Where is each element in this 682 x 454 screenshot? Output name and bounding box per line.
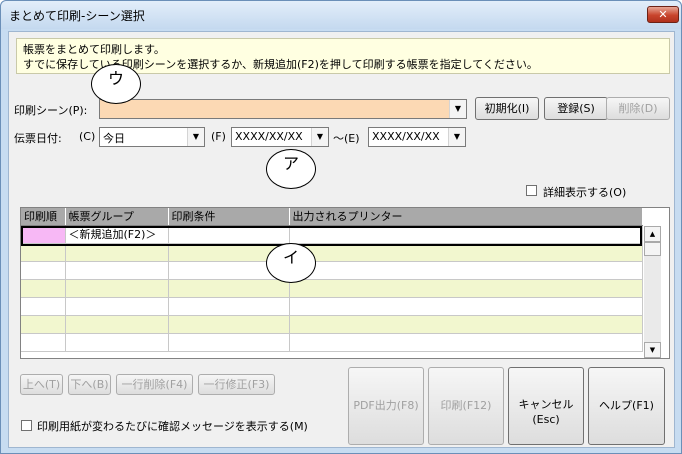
column-header-condition[interactable]: 印刷条件 [168,208,290,226]
print-button[interactable]: 印刷(F12) [428,367,504,445]
triangle-down-icon[interactable]: ▼ [644,342,661,358]
table-row[interactable] [21,261,643,280]
date-from-select[interactable]: XXXX/XX/XX ▼ [231,127,329,147]
print-scene-dialog: まとめて印刷-シーン選択 ✕ 帳票をまとめて印刷します。 すでに保存している印刷… [0,0,682,454]
table-row[interactable] [21,315,643,334]
scene-label: 印刷シーン(P): [14,104,88,117]
table-row[interactable] [21,279,643,298]
detail-checkbox-label[interactable]: 詳細表示する(O) [543,184,626,200]
delete-button[interactable]: 削除(D) [606,97,670,120]
scene-select[interactable]: ▼ [99,99,467,119]
callout-u: ウ [91,64,141,104]
dropdown-arrow-icon[interactable]: ▼ [449,100,466,118]
table-row[interactable] [21,297,643,316]
table-row[interactable] [21,333,643,352]
date-preset-value: 今日 [103,132,125,145]
date-preset-select[interactable]: 今日 ▼ [99,127,205,147]
edit-row-button[interactable]: 一行修正(F3) [198,374,275,395]
triangle-up-icon[interactable]: ▲ [644,226,661,242]
cancel-label: キャンセル [518,398,574,411]
title-bar: まとめて印刷-シーン選択 ✕ [1,1,681,29]
callout-a: ア [266,149,316,189]
selected-row-outline [21,226,642,246]
date-to-select[interactable]: XXXX/XX/XX ▼ [368,127,466,147]
detail-checkbox[interactable] [526,185,537,196]
init-button[interactable]: 初期化(I) [475,97,539,120]
column-header-order[interactable]: 印刷順 [21,208,66,226]
cancel-shortcut: (Esc) [532,413,560,426]
dropdown-arrow-icon[interactable]: ▼ [448,128,465,146]
close-button[interactable]: ✕ [647,6,679,23]
column-header-group[interactable]: 帳票グループ [65,208,169,226]
date-range-separator: ～(E) [333,132,360,145]
cancel-button[interactable]: キャンセル (Esc) [508,367,584,445]
instruction-line-1: 帳票をまとめて印刷します。 [23,43,165,56]
date-to-value: XXXX/XX/XX [372,130,440,143]
callout-i: イ [266,243,316,283]
column-header-printer[interactable]: 出力されるプリンター [289,208,643,226]
register-button[interactable]: 登録(S) [544,97,608,120]
date-f-label: (F) [211,130,226,143]
date-label: 伝票日付: [14,132,62,145]
pdf-output-button[interactable]: PDF出力(F8) [348,367,424,445]
confirm-message-checkbox[interactable] [21,420,32,431]
scroll-thumb[interactable] [644,242,661,256]
table-header: 印刷順 帳票グループ 印刷条件 出力されるプリンター [21,208,643,226]
move-down-button[interactable]: 下へ(B) [68,374,111,395]
print-list-table: 印刷順 帳票グループ 印刷条件 出力されるプリンター ＜新規追加(F2)＞ ▲ … [20,207,670,359]
dropdown-arrow-icon[interactable]: ▼ [311,128,328,146]
delete-row-button[interactable]: 一行削除(F4) [116,374,193,395]
date-c-label: (C) [79,130,96,143]
vertical-scrollbar[interactable]: ▲ ▼ [644,226,661,358]
dropdown-arrow-icon[interactable]: ▼ [187,128,204,146]
confirm-message-label[interactable]: 印刷用紙が変わるたびに確認メッセージを表示する(M) [37,418,308,434]
date-from-value: XXXX/XX/XX [235,130,303,143]
move-up-button[interactable]: 上へ(T) [20,374,63,395]
help-button[interactable]: ヘルプ(F1) [588,367,665,445]
window-title: まとめて印刷-シーン選択 [9,9,145,23]
